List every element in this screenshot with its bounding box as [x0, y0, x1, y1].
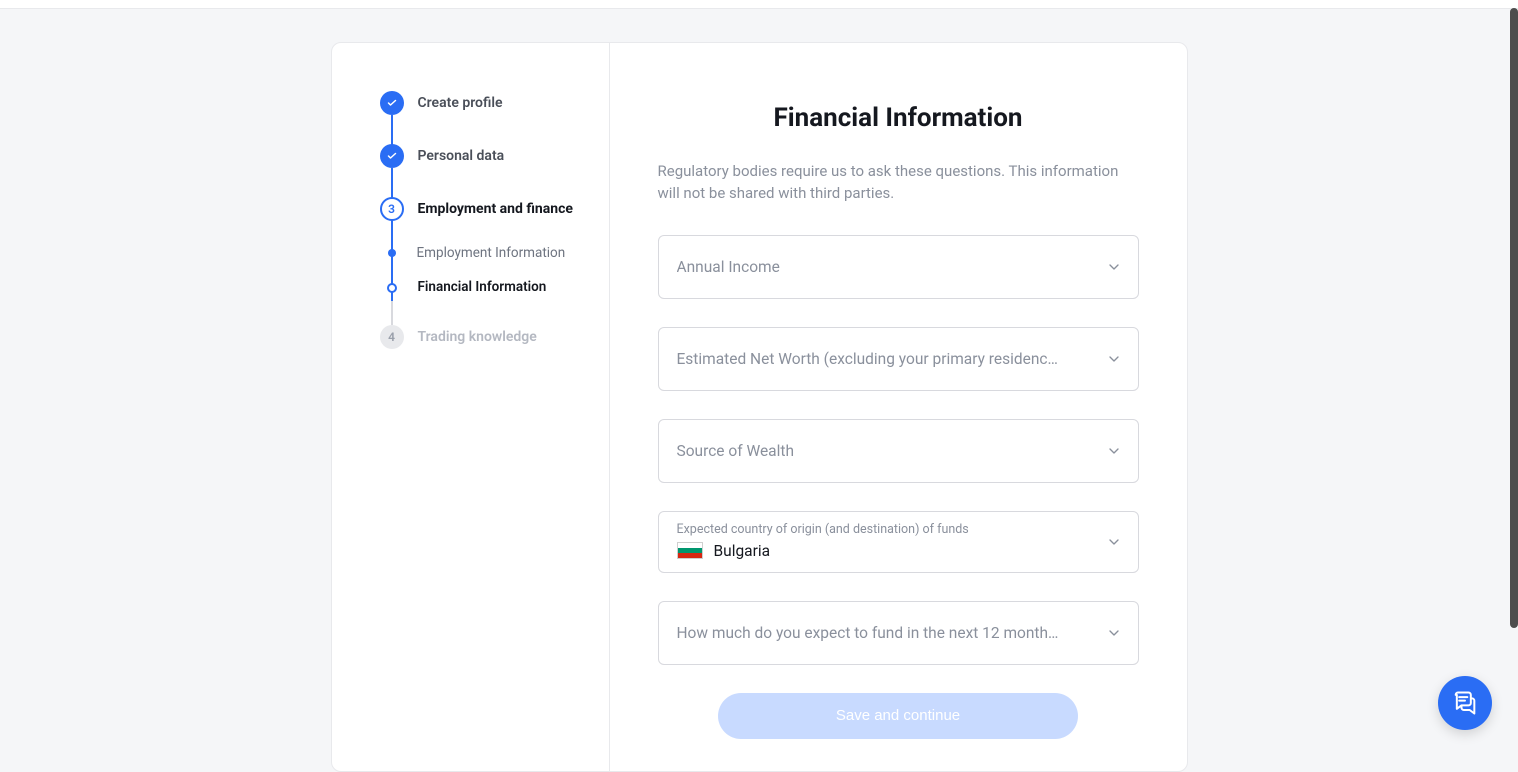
step-number: 3 [380, 197, 404, 221]
bulgaria-flag-icon [677, 542, 703, 559]
chat-icon [1451, 689, 1479, 717]
field-label: Expected country of origin (and destinat… [677, 522, 1092, 537]
steps-sidebar: Create profile Personal data 3 Employmen… [332, 43, 610, 771]
net-worth-select[interactable]: Estimated Net Worth (excluding your prim… [658, 327, 1139, 391]
step-label: Trading knowledge [418, 325, 537, 347]
chevron-down-icon [1106, 534, 1122, 550]
source-wealth-select[interactable]: Source of Wealth [658, 419, 1139, 483]
substep-dot-icon [388, 249, 396, 257]
step-label: Personal data [418, 144, 505, 166]
page-title: Financial Information [658, 103, 1139, 133]
check-icon [380, 144, 404, 168]
substep-label: Employment Information [417, 244, 566, 262]
step-personal-data[interactable]: Personal data [380, 144, 581, 168]
step-create-profile[interactable]: Create profile [380, 91, 581, 115]
top-bar [0, 0, 1518, 9]
main-panel: Financial Information Regulatory bodies … [610, 43, 1187, 771]
page-subtitle: Regulatory bodies require us to ask thes… [658, 161, 1139, 205]
chevron-down-icon [1106, 443, 1122, 459]
annual-income-select[interactable]: Annual Income [658, 235, 1139, 299]
step-label: Employment and finance [418, 197, 573, 219]
field-placeholder: Source of Wealth [677, 442, 1092, 460]
onboarding-card: Create profile Personal data 3 Employmen… [331, 42, 1188, 772]
scrollbar[interactable] [1510, 8, 1518, 628]
chevron-down-icon [1106, 259, 1122, 275]
substep-employment-info[interactable]: Employment Information [389, 221, 581, 262]
field-placeholder: How much do you expect to fund in the ne… [677, 624, 1092, 642]
substep-label: Financial Information [418, 278, 547, 296]
step-employment-finance[interactable]: 3 Employment and finance [380, 197, 581, 221]
field-placeholder: Estimated Net Worth (excluding your prim… [677, 350, 1092, 368]
chevron-down-icon [1106, 351, 1122, 367]
save-continue-button[interactable]: Save and continue [718, 693, 1078, 739]
step-trading-knowledge[interactable]: 4 Trading knowledge [380, 325, 581, 349]
step-label: Create profile [418, 91, 503, 113]
expected-fund-select[interactable]: How much do you expect to fund in the ne… [658, 601, 1139, 665]
step-number: 4 [380, 325, 404, 349]
country-funds-select[interactable]: Expected country of origin (and destinat… [658, 511, 1139, 573]
field-placeholder: Annual Income [677, 258, 1092, 276]
check-icon [380, 91, 404, 115]
substep-financial-info[interactable]: Financial Information [389, 262, 581, 296]
field-value: Bulgaria [714, 542, 771, 560]
substep-dot-icon [387, 283, 397, 293]
chat-fab[interactable] [1438, 676, 1492, 730]
chevron-down-icon [1106, 625, 1122, 641]
